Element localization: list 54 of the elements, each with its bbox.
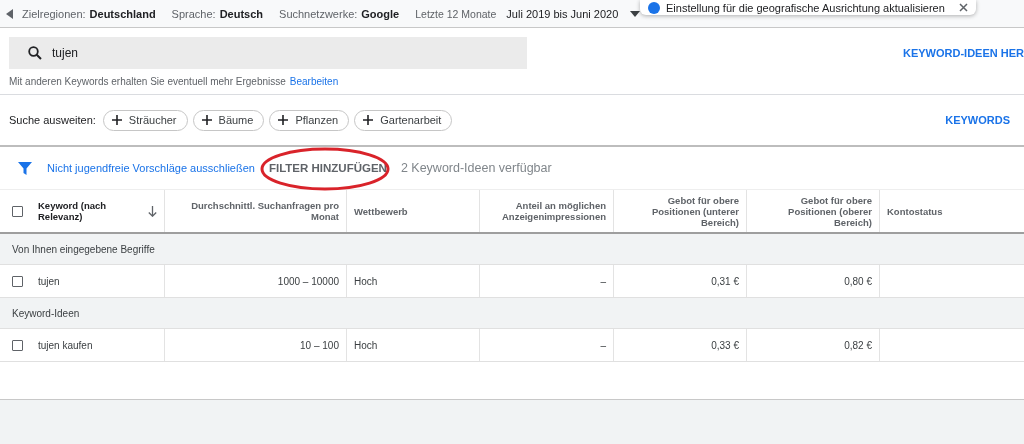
suggestion-chip[interactable]: Sträucher bbox=[102, 109, 188, 131]
suggestion-chip[interactable]: Bäume bbox=[192, 109, 265, 131]
period-label: Letzte 12 Monate bbox=[415, 7, 497, 20]
table-cell: – bbox=[600, 339, 606, 351]
keyword-text: tujen kaufen bbox=[38, 339, 93, 351]
suggestion-chip[interactable]: Pflanzen bbox=[269, 109, 350, 131]
table-cell: Hoch bbox=[354, 339, 378, 351]
exclude-adult-link[interactable]: Nicht jugendfreie Vorschläge ausschließen bbox=[47, 162, 255, 174]
toast-message: Einstellung für die geografische Ausrichtung aktualisieren bbox=[666, 1, 945, 14]
close-icon[interactable] bbox=[958, 3, 968, 12]
plus-icon bbox=[363, 115, 374, 125]
filter-icon[interactable] bbox=[18, 161, 32, 175]
search-field[interactable]: tujen bbox=[9, 37, 527, 69]
checkbox[interactable] bbox=[12, 205, 23, 217]
group-title: Von Ihnen eingegebene Begriffe bbox=[12, 243, 155, 255]
plus-icon bbox=[111, 115, 122, 125]
table-cell: Hoch bbox=[354, 275, 378, 287]
column-header[interactable]: Kontostatus bbox=[887, 205, 943, 217]
setting-label: Zielregionen: bbox=[22, 7, 86, 20]
setting-value[interactable]: Deutschland bbox=[89, 7, 156, 20]
column-header[interactable]: Anteil an möglichen Anzeigenimpressionen bbox=[487, 200, 606, 222]
hint-text: Mit anderen Keywords erhalten Sie eventuell mehr Ergebnisse bbox=[9, 76, 286, 87]
get-ideas-button[interactable]: KEYWORD-IDEEN HER bbox=[903, 47, 1024, 59]
column-header[interactable]: Durchschnittl. Suchanfragen pro Monat bbox=[172, 200, 339, 222]
add-keywords-button[interactable]: KEYWORDS bbox=[945, 114, 1010, 126]
plus-icon bbox=[278, 115, 289, 125]
setting-label: Suchnetzwerke: bbox=[279, 7, 358, 20]
column-header[interactable]: Gebot für obere Positionen (oberer Bereich) bbox=[754, 194, 872, 228]
column-header[interactable]: Gebot für obere Positionen (unterer Bereich) bbox=[621, 194, 739, 228]
dropdown-icon[interactable] bbox=[630, 10, 641, 17]
date-range-dropdown[interactable]: Juli 2019 bis Juni 2020 bbox=[506, 7, 619, 20]
info-icon bbox=[648, 1, 660, 14]
sort-arrow-icon[interactable] bbox=[148, 205, 157, 217]
checkbox[interactable] bbox=[12, 275, 23, 287]
suggestion-chip[interactable]: Gartenarbeit bbox=[354, 109, 453, 131]
table-cell: 1000 – 10000 bbox=[277, 275, 339, 287]
table-cell: 10 – 100 bbox=[300, 339, 339, 351]
table-cell: 0,31 € bbox=[711, 275, 739, 287]
table-cell: 0,82 € bbox=[844, 339, 872, 351]
table-cell: 0,80 € bbox=[844, 275, 872, 287]
setting-label: Sprache: bbox=[171, 7, 216, 20]
keyword-text: tujen bbox=[38, 275, 60, 287]
plus-icon bbox=[201, 115, 212, 125]
edit-link[interactable]: Bearbeiten bbox=[289, 76, 339, 87]
ideas-count: 2 Keyword-Ideen verfügbar bbox=[400, 161, 552, 175]
setting-value[interactable]: Deutsch bbox=[219, 7, 264, 20]
broaden-label: Suche ausweiten: bbox=[9, 114, 96, 126]
column-header[interactable]: Wettbewerb bbox=[354, 205, 408, 217]
group-title: Keyword-Ideen bbox=[12, 307, 80, 319]
setting-value[interactable]: Google bbox=[361, 7, 400, 20]
column-header[interactable]: Keyword (nach Relevanz) bbox=[38, 200, 133, 222]
table-cell: 0,33 € bbox=[711, 339, 739, 351]
table-cell: – bbox=[600, 275, 606, 287]
checkbox[interactable] bbox=[12, 339, 23, 351]
